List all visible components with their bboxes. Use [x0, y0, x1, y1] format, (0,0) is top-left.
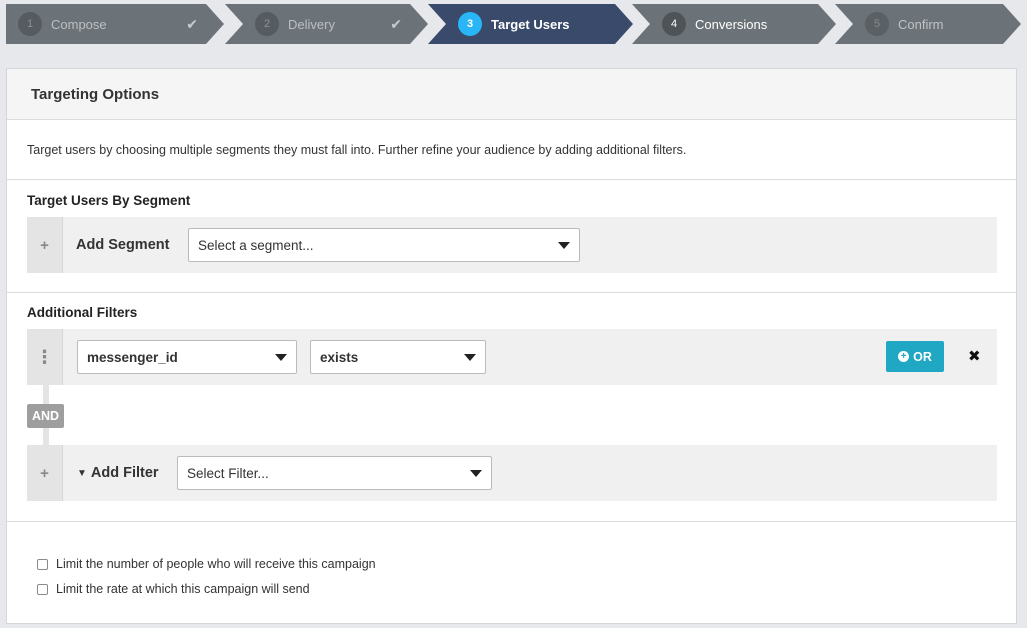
limit-people-checkbox[interactable]	[37, 558, 48, 570]
remove-filter-icon[interactable]: ✖	[968, 347, 981, 365]
step-label: Delivery	[288, 16, 335, 32]
add-segment-label: Add Segment	[76, 237, 170, 253]
check-icon: ✔	[186, 15, 198, 32]
limit-rate-row[interactable]: Limit the rate at which this campaign wi…	[37, 582, 310, 596]
step-number: 3	[458, 12, 482, 36]
add-filter-row: + ▼ Add Filter Select Filter...	[27, 445, 997, 501]
limit-rate-checkbox[interactable]	[37, 583, 48, 595]
step-label: Target Users	[491, 16, 570, 32]
limit-rate-label: Limit the rate at which this campaign wi…	[56, 582, 310, 596]
limit-people-label: Limit the number of people who will rece…	[56, 557, 376, 571]
filter-operator-value: exists	[320, 349, 359, 365]
segment-select-placeholder: Select a segment...	[198, 237, 314, 253]
filters-section-title: Additional Filters	[27, 305, 138, 320]
step-number: 4	[662, 12, 686, 36]
plus-circle-icon: +	[898, 351, 910, 362]
step-label: Compose	[51, 16, 107, 32]
filter-field-value: messenger_id	[87, 349, 178, 365]
and-badge: AND	[27, 404, 65, 428]
step-number: 1	[18, 12, 42, 36]
filters-section: Additional Filters ⋮ messenger_id exists…	[7, 293, 1016, 522]
add-filter-placeholder: Select Filter...	[187, 465, 269, 481]
step-conversions[interactable]: 4 Conversions	[632, 4, 836, 44]
plus-icon[interactable]: +	[27, 217, 63, 273]
step-label: Confirm	[898, 16, 944, 32]
caret-down-icon	[464, 354, 476, 361]
add-filter-label: Add Filter	[90, 465, 159, 481]
add-filter-select[interactable]: Select Filter...	[177, 456, 492, 490]
filter-row: ⋮ messenger_id exists	[27, 329, 997, 385]
filter-field-select[interactable]: messenger_id	[77, 340, 297, 374]
segment-section: Target Users By Segment + Add Segment Se…	[7, 181, 1016, 293]
segment-select[interactable]: Select a segment...	[188, 228, 580, 262]
caret-down-icon	[470, 470, 482, 477]
segment-section-title: Target Users By Segment	[27, 193, 191, 208]
drag-handle-icon[interactable]: ⋮	[27, 329, 63, 385]
filter-operator-select[interactable]: exists	[310, 340, 486, 374]
step-number: 5	[865, 12, 889, 36]
limit-people-row[interactable]: Limit the number of people who will rece…	[37, 557, 376, 571]
plus-icon[interactable]: +	[27, 445, 63, 501]
intro-text: Target users by choosing multiple segmen…	[7, 120, 1016, 180]
wizard-steps: 1 Compose ✔ 2 Delivery ✔ 3 Target Users …	[0, 0, 1027, 48]
step-delivery[interactable]: 2 Delivery ✔	[225, 4, 428, 44]
check-icon: ✔	[390, 15, 402, 32]
caret-down-icon	[558, 242, 570, 249]
caret-down-icon	[275, 354, 287, 361]
step-label: Conversions	[695, 16, 768, 32]
or-label: OR	[913, 349, 932, 364]
add-segment-row: + Add Segment Select a segment...	[27, 217, 997, 273]
step-confirm[interactable]: 5 Confirm	[835, 4, 1021, 44]
add-filter-label-wrap: ▼ Add Filter	[77, 465, 177, 481]
filter-icon: ▼	[77, 467, 87, 479]
step-target-users[interactable]: 3 Target Users	[428, 4, 633, 44]
step-compose[interactable]: 1 Compose ✔	[6, 4, 224, 44]
or-button[interactable]: + OR	[886, 341, 944, 372]
step-number: 2	[255, 12, 279, 36]
panel-title: Targeting Options	[7, 69, 1016, 120]
targeting-panel: Targeting Options Target users by choosi…	[6, 68, 1017, 624]
